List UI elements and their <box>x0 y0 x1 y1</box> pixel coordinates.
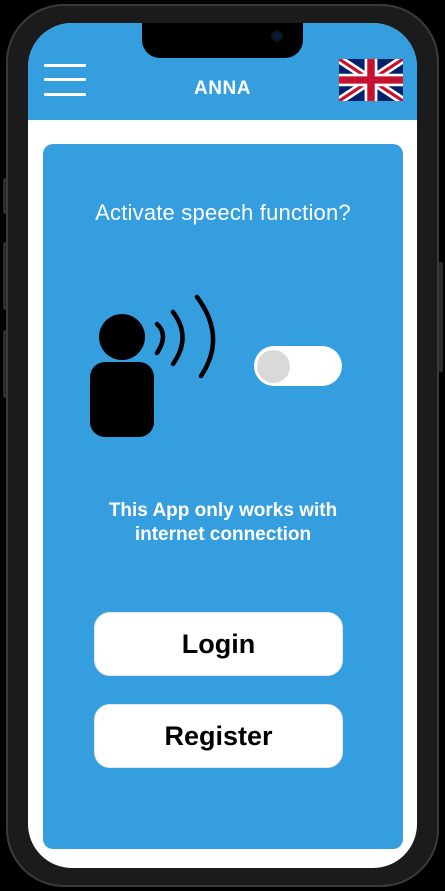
menu-bar <box>44 64 86 67</box>
uk-flag-graphic <box>336 55 406 105</box>
toggle-knob <box>257 350 290 383</box>
login-button[interactable]: Login <box>94 612 343 676</box>
front-camera-icon <box>273 32 281 40</box>
notch <box>142 23 303 58</box>
uk-flag-icon[interactable] <box>336 55 406 105</box>
internet-notice-line: internet connection <box>134 524 312 545</box>
internet-notice: This App only works with internet connec… <box>73 499 373 547</box>
internet-notice-line: This App only works with <box>108 500 338 521</box>
speech-toggle[interactable] <box>254 346 342 386</box>
app-screen: ANNA Activate speech function? This App … <box>28 23 417 868</box>
speech-card: Activate speech function? This App only … <box>43 144 403 849</box>
phone-frame: ANNA Activate speech function? This App … <box>0 0 445 891</box>
speech-question: Activate speech function? <box>95 200 351 225</box>
phone-side-button <box>439 262 443 372</box>
app-header: ANNA <box>28 23 417 120</box>
person-speaking-icon <box>90 294 216 437</box>
register-button[interactable]: Register <box>94 704 343 768</box>
